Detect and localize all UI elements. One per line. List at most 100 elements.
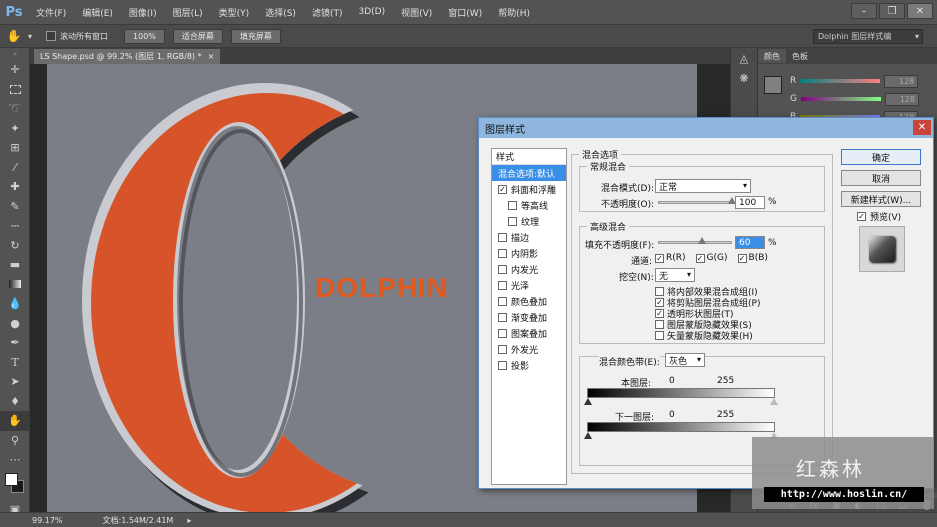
style-item-checkbox[interactable]	[508, 200, 517, 210]
close-tab-icon[interactable]: ×	[208, 52, 215, 61]
history-brush-tool-icon[interactable]: ↻	[0, 236, 30, 256]
path-selection-tool-icon[interactable]: ➤	[0, 372, 30, 392]
move-tool-icon[interactable]: ✛	[0, 60, 30, 80]
brush-tool-icon[interactable]: ✎	[0, 197, 30, 217]
fill-opacity-input[interactable]: 60	[735, 236, 765, 249]
style-item-checkbox[interactable]	[498, 344, 507, 354]
advanced-option-checkbox[interactable]	[655, 320, 664, 329]
advanced-option[interactable]: 矢量蒙版隐藏效果(H)	[655, 330, 760, 342]
this-layer-gradient[interactable]	[587, 388, 775, 398]
style-item[interactable]: 渐变叠加	[492, 309, 566, 325]
menu-filter[interactable]: 滤镜(T)	[304, 6, 351, 19]
blur-tool-icon[interactable]: 💧	[0, 294, 30, 314]
opacity-input[interactable]: 100	[735, 196, 765, 209]
clone-stamp-tool-icon[interactable]: ⎓	[0, 216, 30, 236]
style-item[interactable]: ✓ 斜面和浮雕	[492, 181, 566, 197]
advanced-option-checkbox[interactable]	[655, 331, 664, 340]
slider-g-value[interactable]: 128	[884, 92, 919, 106]
this-layer-white-thumb[interactable]	[770, 398, 778, 405]
foreground-color-icon[interactable]	[5, 472, 18, 486]
style-item-checkbox[interactable]	[498, 296, 507, 306]
tab-swatches[interactable]: 色板	[786, 49, 814, 63]
style-item-checkbox[interactable]	[498, 264, 507, 274]
hand-tool-icon[interactable]: ✋	[0, 411, 30, 431]
fit-screen-button[interactable]: 适合屏幕	[172, 28, 223, 44]
menu-type[interactable]: 类型(Y)	[211, 6, 258, 19]
zoom-level[interactable]: 99.17%	[32, 516, 63, 525]
scroll-all-windows-option[interactable]: 滚动所有窗口	[46, 31, 108, 42]
channel-checkbox[interactable]: ✓	[695, 253, 705, 263]
eraser-tool-icon[interactable]: ▬	[0, 255, 30, 275]
under-layer-black-thumb[interactable]	[584, 432, 592, 439]
style-item[interactable]: 描边	[492, 229, 566, 245]
cancel-button[interactable]: 取消	[841, 170, 921, 186]
fill-opacity-slider[interactable]	[658, 241, 732, 244]
pen-tool-icon[interactable]: ✒	[0, 333, 30, 353]
style-item[interactable]: 投影	[492, 357, 566, 373]
zoom-100-button[interactable]: 100%	[124, 28, 165, 44]
gradient-tool-icon[interactable]	[0, 275, 30, 295]
magic-wand-tool-icon[interactable]: ✦	[0, 119, 30, 139]
new-style-button[interactable]: 新建样式(W)...	[841, 191, 921, 207]
style-item-checkbox[interactable]	[498, 360, 507, 370]
hand-tool-icon[interactable]: ✋	[0, 29, 28, 43]
close-icon[interactable]: ✕	[913, 120, 931, 135]
style-item-checkbox[interactable]	[498, 232, 507, 242]
menu-image[interactable]: 图像(I)	[121, 6, 165, 19]
style-item[interactable]: 纹理	[492, 213, 566, 229]
advanced-option-checkbox[interactable]: ✓	[655, 309, 664, 318]
lasso-tool-icon[interactable]: ➰	[0, 99, 30, 119]
this-layer-black-thumb[interactable]	[584, 398, 592, 405]
zoom-tool-icon[interactable]: ⚲	[0, 431, 30, 451]
tool-preset-dropdown[interactable]: ▾	[28, 32, 32, 41]
collapse-icon[interactable]: »	[0, 48, 30, 60]
advanced-option-checkbox[interactable]: ✓	[655, 298, 664, 307]
slider-r-value[interactable]: 128	[884, 74, 919, 88]
menu-help[interactable]: 帮助(H)	[490, 6, 538, 19]
slider-r-track[interactable]	[800, 79, 881, 83]
styles-header[interactable]: 样式	[492, 149, 566, 165]
advanced-option-checkbox[interactable]	[655, 287, 664, 296]
menu-window[interactable]: 窗口(W)	[440, 6, 490, 19]
tab-color[interactable]: 颜色	[758, 49, 786, 63]
document-tab[interactable]: LS Shape.psd @ 99.2% (图层 1, RGB/8) * ×	[34, 49, 221, 64]
fill-screen-button[interactable]: 填充屏幕	[230, 28, 281, 44]
minimize-icon[interactable]: –	[851, 3, 877, 19]
menu-layer[interactable]: 图层(L)	[165, 6, 211, 19]
slider-g-track[interactable]	[800, 97, 881, 101]
style-item-checkbox[interactable]	[508, 216, 517, 226]
channel-checkbox[interactable]: ✓	[737, 253, 747, 263]
style-item-checkbox[interactable]	[498, 312, 507, 322]
style-item[interactable]: 颜色叠加	[492, 293, 566, 309]
fill-opacity-slider-thumb[interactable]	[698, 237, 707, 244]
style-item[interactable]: 混合选项:默认	[492, 165, 566, 181]
dialog-title-bar[interactable]: 图层样式	[479, 118, 933, 138]
restore-icon[interactable]: ❐	[879, 3, 905, 19]
channel-option[interactable]: ✓ R(R)	[655, 253, 686, 263]
fg-color-swatch-icon[interactable]	[764, 76, 782, 94]
style-item[interactable]: 内阴影	[492, 245, 566, 261]
style-item-checkbox[interactable]	[498, 328, 507, 338]
menu-3d[interactable]: 3D(D)	[350, 7, 393, 17]
style-item[interactable]: 外发光	[492, 341, 566, 357]
menu-view[interactable]: 视图(V)	[393, 6, 440, 19]
ok-button[interactable]: 确定	[841, 149, 921, 165]
eyedropper-tool-icon[interactable]: ⁄	[0, 158, 30, 178]
healing-brush-tool-icon[interactable]: ✚	[0, 177, 30, 197]
style-item[interactable]: 内发光	[492, 261, 566, 277]
style-item[interactable]: 光泽	[492, 277, 566, 293]
more-tools-icon[interactable]: ⋯	[0, 450, 30, 470]
style-item[interactable]: 等高线	[492, 197, 566, 213]
crop-tool-icon[interactable]: ⊞	[0, 138, 30, 158]
status-arrow-icon[interactable]: ▸	[187, 516, 191, 525]
style-item[interactable]: 图案叠加	[492, 325, 566, 341]
style-item-checkbox[interactable]: ✓	[498, 184, 507, 194]
channel-checkbox[interactable]: ✓	[655, 253, 664, 263]
style-item-checkbox[interactable]	[498, 248, 507, 258]
type-tool-icon[interactable]: T	[0, 353, 30, 373]
under-layer-gradient[interactable]	[587, 422, 775, 432]
menu-edit[interactable]: 编辑(E)	[74, 6, 121, 19]
menu-file[interactable]: 文件(F)	[28, 6, 74, 19]
preview-checkbox[interactable]: ✓	[857, 212, 866, 221]
knockout-select[interactable]: 无 ▾	[655, 268, 695, 282]
